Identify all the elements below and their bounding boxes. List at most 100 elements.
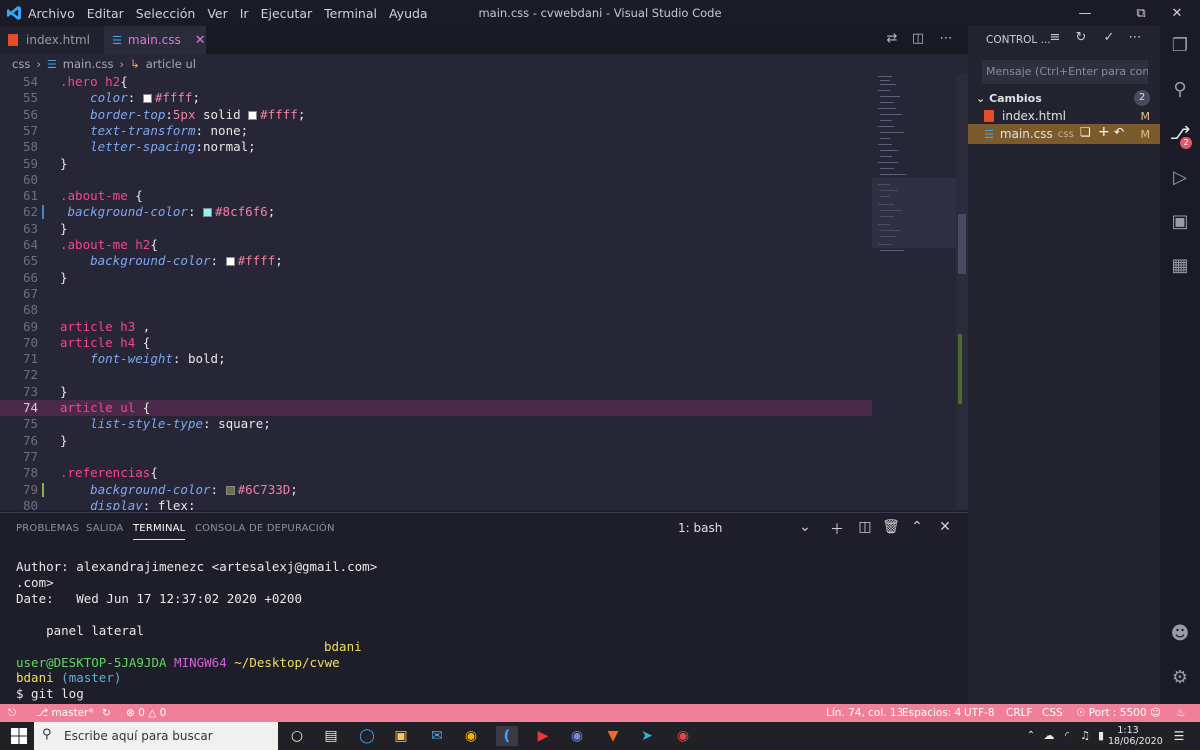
code-line[interactable]: 54 .hero h2{: [0, 74, 872, 90]
color-swatch[interactable]: [142, 94, 152, 104]
code-line[interactable]: 79 background-color: #6C733D;: [0, 482, 872, 498]
split-terminal-icon[interactable]: ◫: [856, 519, 874, 535]
menu-ejecutar[interactable]: Ejecutar: [261, 6, 313, 21]
code-line[interactable]: 75 list-style-type: square;: [0, 416, 872, 432]
youtube-music-icon[interactable]: ▶: [532, 726, 554, 746]
chevron-down-icon[interactable]: ⌄: [796, 519, 814, 535]
breadcrumb-css[interactable]: css: [12, 57, 30, 71]
chrome-canary-icon[interactable]: ◉: [672, 726, 694, 746]
code-line[interactable]: 78 .referencias{: [0, 465, 872, 481]
menu-terminal[interactable]: Terminal: [324, 6, 377, 21]
maximize-panel-icon[interactable]: ⌃: [908, 519, 926, 535]
changed-file-index-html[interactable]: index.html M: [968, 106, 1160, 126]
code-line[interactable]: 77: [0, 449, 872, 465]
cortana-icon[interactable]: ○: [286, 726, 308, 746]
code-line[interactable]: 74 article ul {: [0, 400, 872, 417]
edge-icon[interactable]: ◯: [356, 726, 378, 746]
account-icon[interactable]: ☻: [1168, 622, 1192, 646]
encoding[interactable]: UTF-8: [964, 707, 995, 719]
terminal-command[interactable]: $ git log: [16, 686, 84, 701]
remote-icon[interactable]: ⎋: [8, 707, 16, 720]
color-swatch[interactable]: [248, 110, 258, 120]
task-view-icon[interactable]: ▤: [320, 726, 342, 746]
git-branch[interactable]: ⎇ master*: [36, 707, 94, 719]
code-line[interactable]: 72: [0, 367, 872, 383]
scrollbar-thumb[interactable]: [958, 214, 966, 274]
code-line[interactable]: 68: [0, 302, 872, 318]
vscode-logo-icon[interactable]: [6, 5, 22, 21]
indentation[interactable]: Espacios: 4: [902, 707, 961, 719]
bell-icon[interactable]: ♨: [1176, 707, 1185, 719]
file-explorer-icon[interactable]: ▣: [390, 726, 412, 746]
mail-icon[interactable]: ✉: [426, 726, 448, 746]
code-line[interactable]: 60: [0, 172, 872, 188]
discard-icon[interactable]: ↶: [1114, 125, 1124, 139]
tab-index-html[interactable]: index.html: [0, 26, 104, 54]
chrome-icon[interactable]: ◉: [460, 726, 482, 746]
line-endings[interactable]: CRLF: [1006, 707, 1033, 719]
code-line[interactable]: 57 text-transform: none;: [0, 123, 872, 139]
terminal-selector[interactable]: 1: bash: [678, 521, 722, 535]
code-line[interactable]: 65 background-color: #ffff;: [0, 253, 872, 269]
cursor-position[interactable]: Lín. 74, col. 13: [826, 707, 903, 719]
menu-ayuda[interactable]: Ayuda: [389, 6, 428, 21]
code-line[interactable]: 66}: [0, 270, 872, 286]
code-line[interactable]: 67: [0, 286, 872, 302]
color-swatch[interactable]: [225, 257, 235, 267]
windows-start-icon[interactable]: [10, 727, 28, 745]
changed-file-main-css[interactable]: ☰ main.css css ❏ + ↶ M: [968, 124, 1160, 144]
problems-count[interactable]: ⊗ 0 △ 0: [126, 707, 166, 719]
more-actions-icon[interactable]: ⋯: [1126, 30, 1144, 45]
code-editor[interactable]: 54 .hero h2{55 color: #ffff; 56 border-top…: [0, 74, 968, 510]
menu-editar[interactable]: Editar: [87, 6, 124, 21]
code-line[interactable]: 61 .about-me {: [0, 188, 872, 204]
stage-plus-icon[interactable]: +: [1098, 124, 1110, 140]
code-line[interactable]: 71 font-weight: bold;: [0, 351, 872, 367]
panel-tab-consola[interactable]: CONSOLA DE DEPURACIÓN: [195, 523, 335, 534]
open-file-icon[interactable]: ❏: [1080, 125, 1091, 139]
taskbar-search-input[interactable]: ⚲ Escribe aquí para buscar: [34, 722, 278, 750]
brave-icon[interactable]: ▼: [602, 726, 624, 746]
editor-scrollbar[interactable]: [956, 74, 968, 510]
trash-icon[interactable]: 🗑: [882, 519, 900, 535]
telegram-icon[interactable]: ➤: [636, 726, 658, 746]
code-line[interactable]: 63}: [0, 221, 872, 237]
notifications-icon[interactable]: ☰: [1168, 726, 1190, 746]
color-swatch[interactable]: [203, 208, 213, 218]
sync-icon[interactable]: ↻: [102, 707, 111, 719]
split-editor-icon[interactable]: ◫: [908, 31, 928, 49]
gear-icon[interactable]: ⚙: [1168, 666, 1192, 690]
code-line[interactable]: 62 background-color: #8cf6f6;: [0, 204, 872, 220]
code-line[interactable]: 70 article h4 {: [0, 335, 872, 351]
color-swatch[interactable]: [225, 485, 235, 495]
commit-message-input[interactable]: Mensaje (Ctrl+Enter para confi...: [982, 60, 1148, 84]
code-line[interactable]: 64 .about-me h2{: [0, 237, 872, 253]
close-window-button[interactable]: ✕: [1154, 0, 1200, 26]
search-icon[interactable]: ⚲: [1168, 78, 1192, 102]
changes-header[interactable]: ⌄ Cambios: [976, 92, 1042, 105]
new-terminal-icon[interactable]: ＋: [828, 519, 846, 539]
menu-seleccion[interactable]: Selección: [136, 6, 196, 21]
taskbar-clock[interactable]: 1:13 18/06/2020: [1108, 725, 1163, 747]
tab-close-icon[interactable]: ✕: [195, 33, 206, 48]
discord-icon[interactable]: ◉: [566, 726, 588, 746]
extensions-icon[interactable]: ▦: [1168, 254, 1192, 278]
vscode-taskbar-icon[interactable]: ❪: [496, 726, 518, 746]
more-actions-icon[interactable]: ⋯: [936, 31, 956, 49]
explorer-icon[interactable]: ❐: [1168, 34, 1192, 58]
remote-explorer-icon[interactable]: ▣: [1168, 210, 1192, 234]
live-server[interactable]: ☉ Port : 5500: [1076, 707, 1147, 719]
breadcrumb-symbol[interactable]: article ul: [146, 57, 196, 71]
open-changes-icon[interactable]: ⇄: [882, 31, 902, 49]
minimize-button[interactable]: —: [1062, 0, 1108, 26]
menu-ver[interactable]: Ver: [207, 6, 227, 21]
breadcrumb-file[interactable]: main.css: [63, 57, 114, 71]
view-as-tree-icon[interactable]: ≡: [1046, 30, 1064, 45]
panel-tab-terminal[interactable]: TERMINAL: [133, 523, 186, 540]
tab-main-css[interactable]: ☰ main.css ✕: [104, 26, 206, 54]
code-line[interactable]: 69 article h3 ,: [0, 319, 872, 335]
code-line[interactable]: 56 border-top:5px solid #ffff;: [0, 107, 872, 123]
menu-ir[interactable]: Ir: [240, 6, 249, 21]
language-mode[interactable]: CSS: [1042, 707, 1063, 719]
code-line[interactable]: 58 letter-spacing:normal;: [0, 139, 872, 155]
